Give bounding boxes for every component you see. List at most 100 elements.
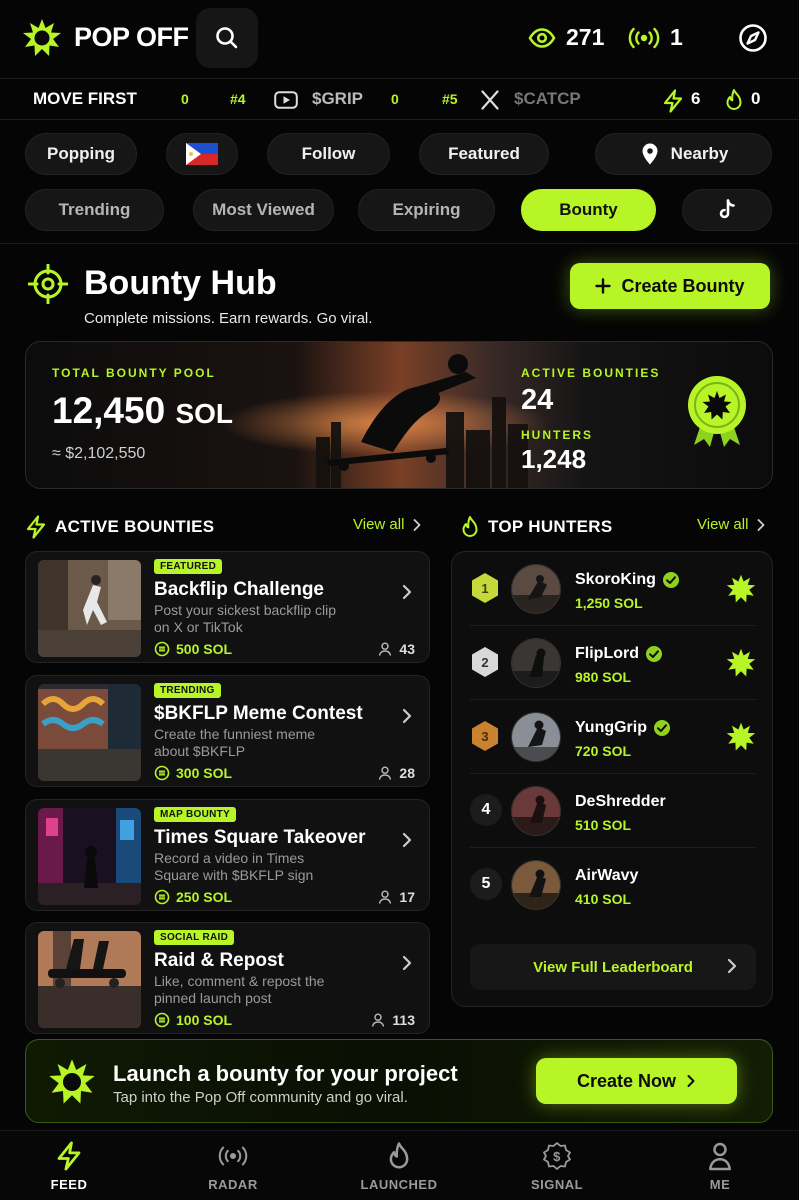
top-hunters-header: TOP HUNTERS (460, 515, 613, 539)
view-all-label: View all (353, 516, 405, 533)
filter-follow[interactable]: Follow (267, 133, 390, 175)
hunter-name: AirWavy (575, 867, 638, 885)
create-bounty-button[interactable]: Create Bounty (570, 263, 770, 309)
hunter-row[interactable]: 5 AirWavy 410 SOL (452, 848, 774, 922)
bounty-thumbnail (38, 931, 141, 1028)
avatar (511, 564, 561, 614)
filter-expiring[interactable]: Expiring (358, 189, 495, 231)
filter-popping[interactable]: Popping (25, 133, 137, 175)
avatar (511, 712, 561, 762)
filter-bounty[interactable]: Bounty (521, 189, 656, 231)
live-count: 1 (670, 24, 683, 50)
award-badge-icon (688, 376, 746, 447)
bounty-tag: TRENDING (154, 683, 221, 698)
filter-trending[interactable]: Trending (25, 189, 164, 231)
view-all-bounties-link[interactable]: View all (353, 516, 422, 533)
nav-label: RADAR (208, 1177, 258, 1192)
filter-tiktok[interactable] (682, 189, 772, 231)
youtube-icon (274, 91, 298, 109)
philippines-flag-icon (186, 143, 218, 165)
sol-coin-icon (154, 641, 170, 657)
launch-bounty-banner: Launch a bounty for your project Tap int… (25, 1039, 773, 1123)
live-stat[interactable]: 1 (628, 24, 683, 51)
search-button[interactable] (196, 8, 258, 68)
user-icon (377, 765, 393, 781)
page-title: Bounty Hub (84, 264, 277, 302)
bounty-title: Backflip Challenge (154, 579, 324, 600)
flame-icon (389, 1142, 409, 1169)
broadcast-icon (628, 27, 660, 48)
top-bar: POP OFF 271 1 (0, 0, 799, 78)
bounty-card[interactable]: SOCIAL RAID Raid & Repost Like, comment … (25, 922, 430, 1034)
divider (0, 243, 799, 244)
nav-signal[interactable]: $ SIGNAL (502, 1141, 612, 1192)
avatar (511, 860, 561, 910)
filter-country[interactable] (166, 133, 238, 175)
view-all-hunters-link[interactable]: View all (697, 516, 766, 533)
bounty-description: Record a video in Times Square with $BKF… (154, 850, 314, 883)
pop-off-burst-icon (48, 1058, 96, 1106)
svg-text:1: 1 (481, 581, 488, 596)
chevron-right-icon (401, 708, 413, 724)
bounty-reward-value: 500 SOL (176, 641, 233, 657)
bolt-icon (663, 89, 683, 113)
bounty-reward-value: 250 SOL (176, 889, 233, 905)
x-icon (481, 90, 499, 110)
flame-icon (462, 516, 478, 537)
nav-radar[interactable]: RADAR (178, 1141, 288, 1192)
ticker-rank: #4 (230, 91, 246, 107)
compass-icon[interactable] (738, 23, 768, 53)
nav-feed[interactable]: FEED (14, 1141, 124, 1192)
create-now-label: Create Now (576, 1070, 677, 1091)
bounty-description: Post your sickest backflip clip on X or … (154, 602, 337, 635)
rank-3-badge-icon: 3 (472, 721, 498, 751)
eye-icon (528, 27, 556, 48)
nav-launched[interactable]: LAUNCHED (344, 1141, 454, 1192)
svg-text:2: 2 (481, 655, 488, 670)
hunter-row[interactable]: 4 DeShredder 510 SOL (452, 774, 774, 848)
bounty-participants: 17 (377, 889, 415, 905)
hunter-row[interactable]: 1 SkoroKing 1,250 SOL (452, 552, 774, 626)
bounty-reward: 500 SOL (154, 641, 232, 657)
active-bounties-title: ACTIVE BOUNTIES (55, 517, 215, 536)
bounty-description: Like, comment & repost the pinned launch… (154, 973, 325, 1006)
hunter-name-text: YungGrip (575, 719, 647, 736)
verified-check-icon (645, 645, 663, 663)
create-now-button[interactable]: Create Now (536, 1058, 737, 1104)
views-stat[interactable]: 271 (528, 24, 604, 51)
bounty-tag: FEATURED (154, 559, 223, 574)
broadcast-icon (218, 1146, 248, 1166)
bounty-card[interactable]: TRENDING $BKFLP Meme Contest Create the … (25, 675, 430, 787)
bounty-title: Times Square Takeover (154, 827, 366, 848)
create-bounty-label: Create Bounty (621, 275, 745, 296)
pool-amount-unit: SOL (175, 398, 234, 429)
filter-most-viewed[interactable]: Most Viewed (193, 189, 334, 231)
nav-label: SIGNAL (530, 1177, 584, 1192)
brand-name[interactable]: POP OFF (74, 22, 189, 53)
nav-me[interactable]: ME (665, 1141, 775, 1192)
bounty-reward: 100 SOL (154, 1012, 232, 1028)
pool-usd: ≈ $2,102,550 (52, 445, 146, 462)
pop-off-logo-icon[interactable] (22, 18, 62, 58)
rank-number: 5 (470, 868, 502, 900)
hunter-row[interactable]: 3 YungGrip 720 SOL (452, 700, 774, 774)
view-full-leaderboard-button[interactable]: View Full Leaderboard (470, 944, 756, 990)
filter-featured[interactable]: Featured (419, 133, 549, 175)
ticker-token[interactable]: $CATCP (514, 89, 581, 109)
chevron-right-icon (756, 518, 766, 532)
hunter-row[interactable]: 2 FlipLord 980 SOL (452, 626, 774, 700)
ticker-token[interactable]: $GRIP (312, 89, 363, 109)
chevron-right-icon (726, 958, 738, 974)
bounty-thumbnail (38, 808, 141, 905)
bounty-card[interactable]: FEATURED Backflip Challenge Post your si… (25, 551, 430, 663)
participant-count: 28 (399, 765, 415, 781)
bounty-reward: 250 SOL (154, 889, 232, 905)
rank-number: 4 (470, 794, 502, 826)
sol-coin-icon (154, 889, 170, 905)
bounty-participants: 113 (370, 1012, 415, 1028)
filter-nearby[interactable]: Nearby (595, 133, 772, 175)
leaderboard-label: View Full Leaderboard (533, 958, 693, 976)
ticker-value: 0 (391, 91, 399, 107)
bounty-card[interactable]: MAP BOUNTY Times Square Takeover Record … (25, 799, 430, 911)
bottom-nav: FEED RADAR LAUNCHED $ SIGNAL ME (0, 1130, 799, 1200)
